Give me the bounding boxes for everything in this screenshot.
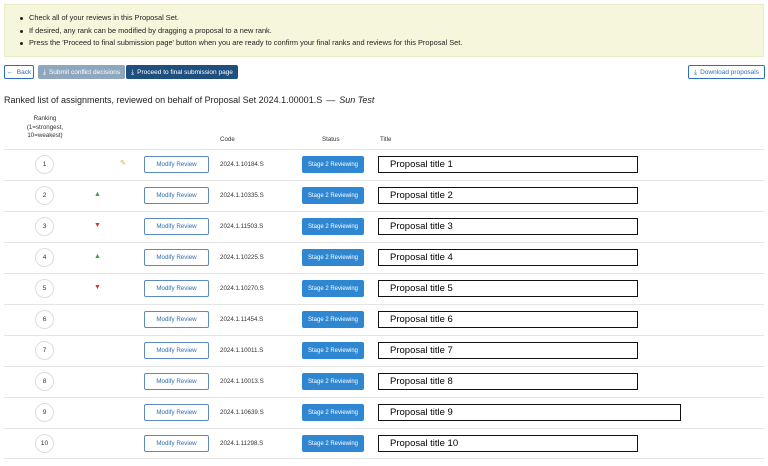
proceed-final-label: Proceed to final submission page	[137, 68, 233, 76]
rank-badge: 6	[35, 310, 54, 329]
ranking-header-line: 10=weakest)	[27, 132, 63, 139]
status-badge: Stage 2 Reviewing	[302, 404, 364, 421]
proposal-code: 2024.1.11503.S	[220, 223, 264, 230]
submit-conflict-label: Submit conflict decisions	[48, 68, 121, 76]
proposal-title: Proposal title 10	[378, 435, 638, 452]
proposal-code: 2024.1.11454.S	[220, 316, 264, 323]
modify-review-button[interactable]: Modify Review	[144, 435, 209, 452]
table-row[interactable]: 10 Modify Review 2024.1.11298.S Stage 2 …	[4, 428, 764, 459]
modify-review-button[interactable]: Modify Review	[144, 156, 209, 173]
rank-badge: 1	[35, 155, 54, 174]
proposal-code: 2024.1.10225.S	[220, 254, 264, 261]
download-icon: ⤓	[693, 68, 698, 76]
modify-review-button[interactable]: Modify Review	[144, 187, 209, 204]
back-label: Back	[16, 68, 32, 76]
download-icon: ⤓	[131, 68, 135, 76]
status-badge: Stage 2 Reviewing	[302, 373, 364, 390]
instruction-item: If desired, any rank can be modified by …	[19, 25, 763, 38]
download-proposals-button[interactable]: ⤓ Download proposals	[688, 65, 765, 79]
ranking-header-line: Ranking	[33, 115, 57, 122]
modify-review-button[interactable]: Modify Review	[144, 311, 209, 328]
status-badge: Stage 2 Reviewing	[302, 435, 364, 452]
status-badge: Stage 2 Reviewing	[302, 218, 364, 235]
status-header: Status	[322, 136, 340, 143]
code-header: Code	[220, 136, 235, 143]
rank-badge: 7	[35, 341, 54, 360]
table-row[interactable]: 7 Modify Review 2024.1.10011.S Stage 2 R…	[4, 335, 764, 366]
table-row[interactable]: 4 ▲ Modify Review 2024.1.10225.S Stage 2…	[4, 242, 764, 273]
proposal-code: 2024.1.10270.S	[220, 285, 264, 292]
proposal-code: 2024.1.10639.S	[220, 409, 264, 416]
proposal-code: 2024.1.10013.S	[220, 378, 264, 385]
download-icon: ⤓	[42, 68, 46, 76]
proposal-title: Proposal title 8	[378, 373, 638, 390]
status-badge: Stage 2 Reviewing	[302, 156, 364, 173]
ranking-header-line: (1=strongest,	[26, 123, 64, 131]
arrow-left-icon: ←	[6, 68, 14, 76]
table-row[interactable]: 8 Modify Review 2024.1.10013.S Stage 2 R…	[4, 366, 764, 397]
pencil-icon: ✎	[120, 160, 126, 167]
proposal-title: Proposal title 1	[378, 156, 638, 173]
rank-badge: 2	[35, 186, 54, 205]
triangle-up-icon: ▲	[94, 191, 101, 198]
modify-review-button[interactable]: Modify Review	[144, 280, 209, 297]
proposal-title: Proposal title 5	[378, 280, 638, 297]
table-row[interactable]: 3 ▼ Modify Review 2024.1.11503.S Stage 2…	[4, 211, 764, 242]
status-badge: Stage 2 Reviewing	[302, 187, 364, 204]
instruction-item: Check all of your reviews in this Propos…	[19, 12, 763, 25]
instructions-panel: Check all of your reviews in this Propos…	[4, 4, 764, 57]
table-row[interactable]: 5 ▼ Modify Review 2024.1.10270.S Stage 2…	[4, 273, 764, 304]
status-badge: Stage 2 Reviewing	[302, 280, 364, 297]
title-header: Title	[380, 136, 392, 143]
rank-badge: 3	[35, 217, 54, 236]
status-badge: Stage 2 Reviewing	[302, 249, 364, 266]
page-title-text: Ranked list of assignments, reviewed on …	[4, 95, 323, 105]
status-badge: Stage 2 Reviewing	[302, 311, 364, 328]
rank-badge: 9	[35, 403, 54, 422]
submit-conflict-decisions-button[interactable]: ⤓ Submit conflict decisions	[38, 65, 125, 79]
reviewer-name: Sun Test	[339, 95, 375, 105]
instructions-list: Check all of your reviews in this Propos…	[5, 5, 763, 50]
modify-review-button[interactable]: Modify Review	[144, 342, 209, 359]
triangle-up-icon: ▲	[94, 253, 101, 260]
table-header: Ranking (1=strongest, 10=weakest) Code S…	[0, 112, 768, 148]
table-row[interactable]: 9 Modify Review 2024.1.10639.S Stage 2 R…	[4, 397, 764, 428]
proposal-title: Proposal title 9	[378, 404, 681, 421]
proposal-title: Proposal title 2	[378, 187, 638, 204]
table-row[interactable]: 6 Modify Review 2024.1.11454.S Stage 2 R…	[4, 304, 764, 335]
table-row[interactable]: 1 ✎ Modify Review 2024.1.10184.S Stage 2…	[4, 149, 764, 180]
page-title: Ranked list of assignments, reviewed on …	[4, 95, 374, 105]
triangle-down-icon: ▼	[94, 284, 101, 291]
proposal-title: Proposal title 7	[378, 342, 638, 359]
proposal-code: 2024.1.10335.S	[220, 192, 264, 199]
proposal-code: 2024.1.10011.S	[220, 347, 264, 354]
modify-review-button[interactable]: Modify Review	[144, 404, 209, 421]
instruction-item: Press the 'Proceed to final submission p…	[19, 37, 763, 50]
proposal-title: Proposal title 4	[378, 249, 638, 266]
proposal-title: Proposal title 3	[378, 218, 638, 235]
ranking-header: Ranking (1=strongest, 10=weakest)	[22, 115, 68, 141]
rank-badge: 5	[35, 279, 54, 298]
proposal-title: Proposal title 6	[378, 311, 638, 328]
table-row[interactable]: 2 ▲ Modify Review 2024.1.10335.S Stage 2…	[4, 180, 764, 211]
proposal-code: 2024.1.11298.S	[220, 440, 264, 447]
rank-badge: 10	[35, 434, 54, 453]
back-button[interactable]: ← Back	[4, 65, 34, 79]
title-separator: —	[326, 95, 336, 105]
table-bottom-divider	[4, 458, 764, 459]
download-proposals-label: Download proposals	[700, 68, 759, 76]
proceed-final-submission-button[interactable]: ⤓ Proceed to final submission page	[126, 65, 238, 79]
modify-review-button[interactable]: Modify Review	[144, 249, 209, 266]
triangle-down-icon: ▼	[94, 222, 101, 229]
rank-badge: 8	[35, 372, 54, 391]
rank-badge: 4	[35, 248, 54, 267]
proposal-code: 2024.1.10184.S	[220, 161, 264, 168]
modify-review-button[interactable]: Modify Review	[144, 373, 209, 390]
modify-review-button[interactable]: Modify Review	[144, 218, 209, 235]
status-badge: Stage 2 Reviewing	[302, 342, 364, 359]
